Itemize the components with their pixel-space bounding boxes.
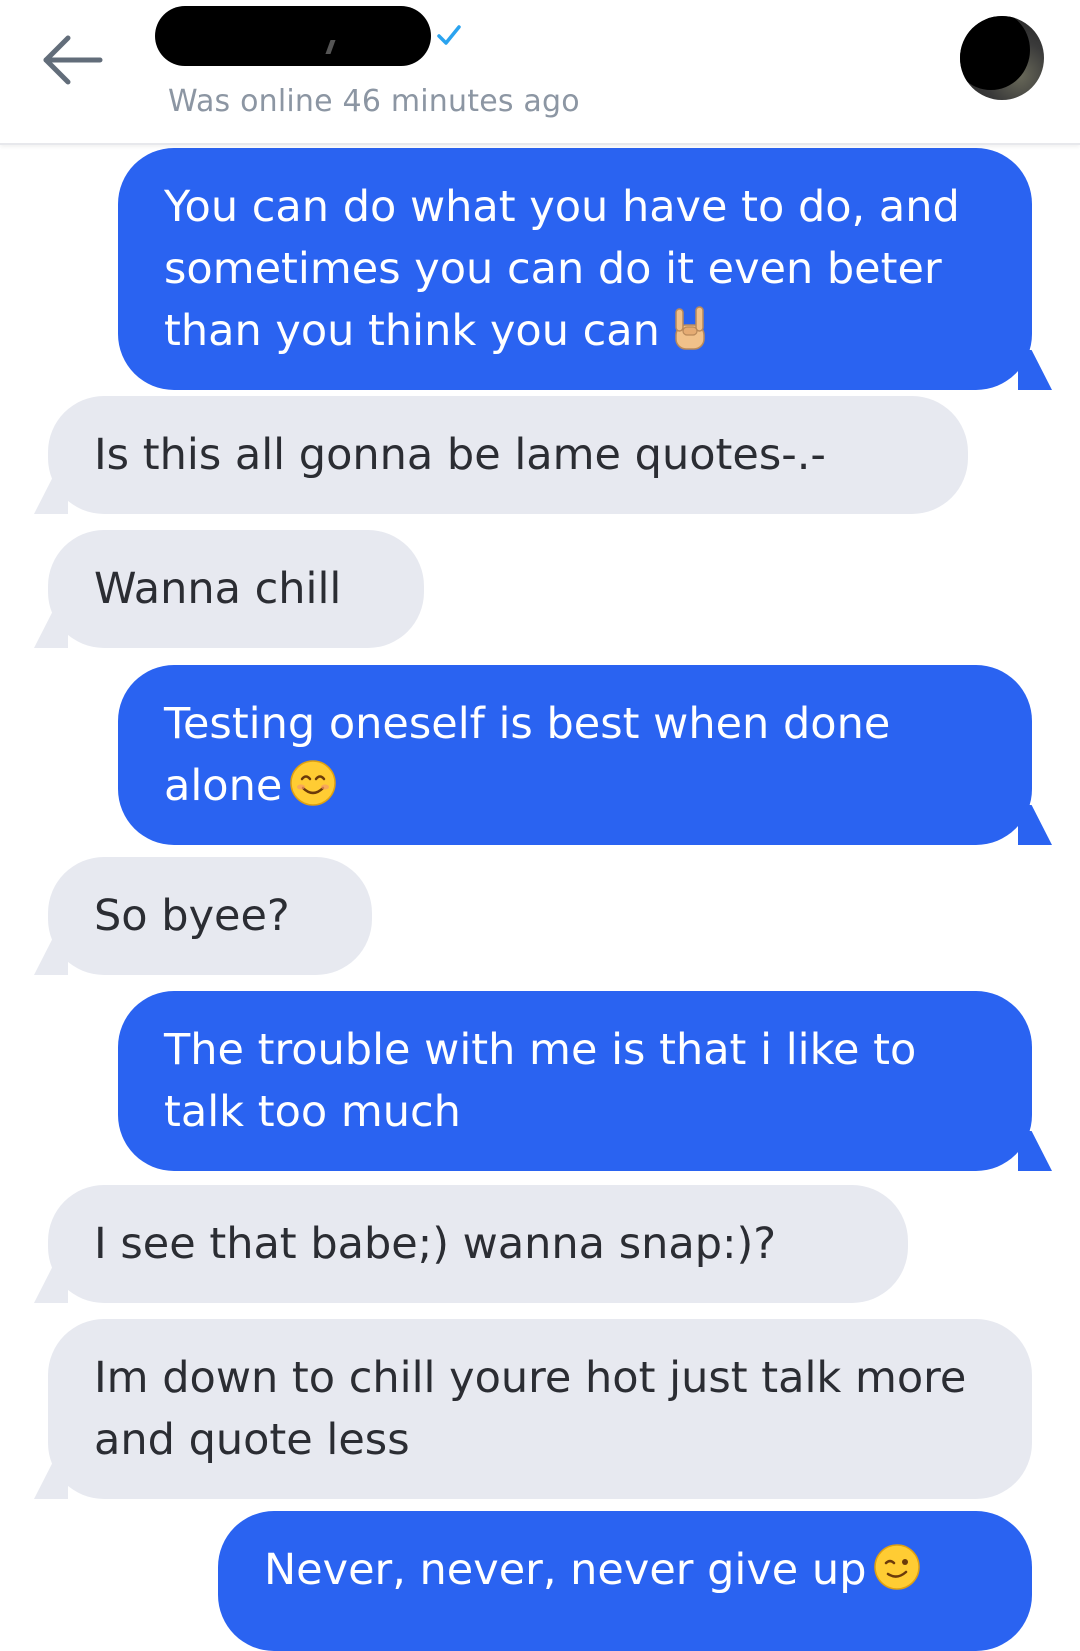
message-bubble-outgoing[interactable]: The trouble with me is that i like to ta… <box>118 991 1052 1171</box>
message-text: You can do what you have to do, and some… <box>164 182 960 356</box>
message-bubble-outgoing[interactable]: Testing oneself is best when done alone <box>118 665 1052 845</box>
message-thread[interactable]: You can do what you have to do, and some… <box>0 145 1080 1651</box>
message-text: Im down to chill youre hot just talk mor… <box>94 1353 967 1465</box>
chat-header: Was online 46 minutes ago <box>0 0 1080 145</box>
bubble-tail <box>34 474 68 514</box>
winking-face-emoji-icon <box>874 1544 921 1590</box>
bubble-tail <box>1018 805 1052 845</box>
message-bubble-incoming[interactable]: Im down to chill youre hot just talk mor… <box>34 1319 1032 1499</box>
message-bubble-incoming[interactable]: Wanna chill <box>34 530 424 648</box>
message-bubble-incoming[interactable]: So byee? <box>34 857 372 975</box>
avatar-redaction <box>960 16 1030 90</box>
message-text: I see that babe;) wanna snap:)? <box>94 1219 777 1269</box>
message-text: Never, never, never give up <box>264 1545 867 1595</box>
message-text: So byee? <box>94 891 290 941</box>
sign-of-the-horns-emoji-icon <box>675 306 705 350</box>
bubble-tail <box>34 1459 68 1499</box>
smiling-face-emoji-icon <box>290 760 337 806</box>
arrow-left-icon <box>43 35 103 85</box>
message-bubble-incoming[interactable]: I see that babe;) wanna snap:)? <box>34 1185 908 1303</box>
contact-name-redacted[interactable] <box>155 6 431 66</box>
message-text: The trouble with me is that i like to ta… <box>164 1025 917 1137</box>
bubble-tail <box>34 935 68 975</box>
avatar[interactable] <box>960 16 1044 100</box>
message-bubble-outgoing[interactable]: Never, never, never give up <box>218 1511 1032 1651</box>
verified-check-icon <box>437 25 461 45</box>
back-button[interactable] <box>36 28 108 100</box>
online-status: Was online 46 minutes ago <box>168 84 580 119</box>
message-bubble-incoming[interactable]: Is this all gonna be lame quotes-.- <box>34 396 968 514</box>
message-bubble-outgoing[interactable]: You can do what you have to do, and some… <box>118 148 1052 390</box>
bubble-tail <box>34 608 68 648</box>
bubble-tail <box>1018 350 1052 390</box>
message-text: Is this all gonna be lame quotes-.- <box>94 430 826 480</box>
message-text: Wanna chill <box>94 564 342 614</box>
bubble-tail <box>1018 1131 1052 1171</box>
message-text: Testing oneself is best when done alone <box>164 699 891 811</box>
bubble-tail <box>34 1263 68 1303</box>
